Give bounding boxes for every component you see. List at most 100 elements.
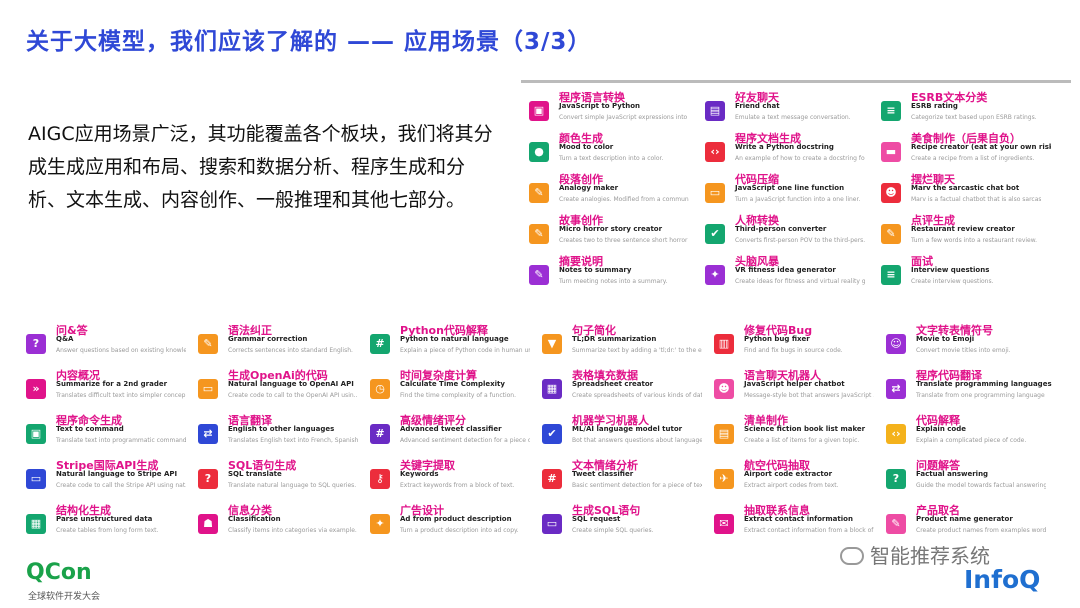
app-card[interactable]: ☗ 信息分类 Classification Classify items into c… — [198, 502, 364, 544]
app-card[interactable]: ✦ 广告设计 Ad from product description Turn a p… — [370, 502, 536, 544]
app-english-title: Mood to color — [559, 143, 614, 151]
app-card[interactable]: ✎ 产品取名 Product name generator Create produc… — [886, 502, 1052, 544]
emoji-icon: ☺ — [886, 334, 906, 354]
app-card[interactable]: ▣ 程序命令生成 Text to command Translate text int… — [26, 412, 192, 454]
app-card[interactable]: ⇄ 语言翻译 English to other languages Translate… — [198, 412, 364, 454]
app-card[interactable]: ≡ 面试 Interview questions Create interview q… — [881, 253, 1051, 295]
app-description: Turn a JavaScript function into a one li… — [735, 196, 861, 203]
tweet-icon: # — [542, 469, 562, 489]
list-icon: ▤ — [714, 424, 734, 444]
grammar-icon: ✎ — [198, 334, 218, 354]
app-english-title: Advanced tweet classifier — [400, 425, 502, 433]
app-english-title: Analogy maker — [559, 184, 619, 192]
app-card[interactable]: ? SQL语句生成 SQL translate Translate natural l… — [198, 457, 364, 499]
app-description: Guide the model towards factual answerin… — [916, 482, 1046, 489]
code-icon: ▣ — [529, 101, 549, 121]
app-card[interactable]: ▣ 程序语言转换 JavaScript to Python Convert simpl… — [529, 89, 699, 131]
ad-icon: ✦ — [370, 514, 390, 534]
app-english-title: Tweet classifier — [572, 470, 634, 478]
qcon-logo: QCon — [26, 560, 92, 585]
app-english-title: TL;DR summarization — [572, 335, 657, 343]
app-description: Create a recipe from a list of ingredien… — [911, 155, 1035, 162]
app-description: Marv is a factual chatbot that is also s… — [911, 196, 1041, 203]
app-description: Create code to call the Stripe API using… — [56, 482, 186, 489]
tutor-icon: ✔ — [542, 424, 562, 444]
app-card[interactable]: ✔ 人称转换 Third-person converter Converts firs… — [705, 212, 875, 254]
app-description: Create a list of items for a given topic… — [744, 437, 860, 444]
app-card[interactable]: ? 问题解答 Factual answering Guide the model to… — [886, 457, 1052, 499]
app-card[interactable]: ? 问&答 Q&A Answer questions based on existin… — [26, 322, 192, 364]
app-card[interactable]: ✎ 点评生成 Restaurant review creator Turn a few… — [881, 212, 1051, 254]
app-english-title: Q&A — [56, 335, 74, 343]
app-description: Translates English text into French, Spa… — [228, 437, 358, 444]
app-description: Translates difficult text into simpler c… — [56, 392, 186, 399]
app-card[interactable]: ☻ 语言聊天机器人 JavaScript helper chatbot Message… — [714, 367, 880, 409]
app-english-title: Micro horror story creator — [559, 225, 663, 233]
app-card[interactable]: ✎ 语法纠正 Grammar correction Corrects sentence… — [198, 322, 364, 364]
app-description: Convert simple JavaScript expressions in… — [559, 114, 689, 121]
app-card[interactable]: # 文本情绪分析 Tweet classifier Basic sentiment d… — [542, 457, 708, 499]
bot-icon: ☻ — [881, 183, 901, 203]
app-english-title: Classification — [228, 515, 281, 523]
app-card[interactable]: ▦ 结构化生成 Parse unstructured data Create tabl… — [26, 502, 192, 544]
app-description: Turn meeting notes into a summary. — [559, 278, 668, 285]
app-card[interactable]: ✔ 机器学习机器人 ML/AI language model tutor Bot th… — [542, 412, 708, 454]
app-card[interactable]: ☺ 文字转表情符号 Movie to Emoji Convert movie titl… — [886, 322, 1052, 364]
app-english-title: Python bug fixer — [744, 335, 810, 343]
app-card[interactable]: ▤ 好友聊天 Friend chat Emulate a text message c… — [705, 89, 875, 131]
app-card[interactable]: ⇄ 程序代码翻译 Translate programming languages Tr… — [886, 367, 1052, 409]
app-card[interactable]: ⚷ 关键字提取 Keywords Extract keywords from a bl… — [370, 457, 536, 499]
app-english-title: Interview questions — [911, 266, 990, 274]
app-card[interactable]: ▤ 清单制作 Science fiction book list maker Crea… — [714, 412, 880, 454]
app-card[interactable]: ✦ 头脑风暴 VR fitness idea generator Create ide… — [705, 253, 875, 295]
app-english-title: SQL request — [572, 515, 621, 523]
app-card[interactable]: ☻ 摆烂聊天 Marv the sarcastic chat bot Marv is … — [881, 171, 1051, 213]
app-english-title: SQL translate — [228, 470, 282, 478]
app-description: Emulate a text message conversation. — [735, 114, 851, 121]
product-icon: ✎ — [886, 514, 906, 534]
answer-icon: ? — [886, 469, 906, 489]
app-english-title: Grammar correction — [228, 335, 308, 343]
app-card[interactable]: ▦ 表格填充数据 Spreadsheet creator Create spreads… — [542, 367, 708, 409]
app-description: Extract keywords from a block of text. — [400, 482, 515, 489]
app-description: Converts first-person POV to the third-p… — [735, 237, 865, 244]
app-english-title: Calculate Time Complexity — [400, 380, 505, 388]
app-english-title: Movie to Emoji — [916, 335, 975, 343]
app-card[interactable]: ✎ 故事创作 Micro horror story creator Creates t… — [529, 212, 699, 254]
app-description: Create code to call to the OpenAI API us… — [228, 392, 358, 399]
stripe-icon: ▭ — [26, 469, 46, 489]
app-card[interactable]: ▭ Stripe国际API生成 Natural language to Stripe… — [26, 457, 192, 499]
interview-icon: ≡ — [881, 265, 901, 285]
app-description: An example of how to create a docstring … — [735, 155, 865, 162]
app-card[interactable]: » 内容概况 Summarize for a 2nd grader Translate… — [26, 367, 192, 409]
app-card[interactable]: ▬ 美食制作（后果自负） Recipe creator (eat at your o… — [881, 130, 1051, 172]
app-card[interactable]: # 高级情绪评分 Advanced tweet classifier Advanced… — [370, 412, 536, 454]
app-card[interactable]: ≡ ESRB文本分类 ESRB rating Categorize text base… — [881, 89, 1051, 131]
app-card[interactable]: ▥ 修复代码Bug Python bug fixer Find and fix bug… — [714, 322, 880, 364]
app-description: Basic sentiment detection for a piece of… — [572, 482, 702, 489]
app-card[interactable]: ● 颜色生成 Mood to color Turn a text descriptio… — [529, 130, 699, 172]
app-card[interactable]: ◷ 时间复杂度计算 Calculate Time Complexity Find th… — [370, 367, 536, 409]
app-card[interactable]: ▭ 生成SQL语句 SQL request Create simple SQL que… — [542, 502, 708, 544]
review-icon: ✎ — [881, 224, 901, 244]
app-card[interactable]: ‹› 代码解释 Explain code Explain a complicated … — [886, 412, 1052, 454]
app-english-title: ESRB rating — [911, 102, 958, 110]
palette-icon: ● — [529, 142, 549, 162]
parse-icon: ▦ — [26, 514, 46, 534]
translate-code-icon: ⇄ — [886, 379, 906, 399]
app-card[interactable]: ✎ 摘要说明 Notes to summary Turn meeting notes … — [529, 253, 699, 295]
app-card[interactable]: ‹› 程序文档生成 Write a Python docstring An examp… — [705, 130, 875, 172]
app-card[interactable]: ✎ 段落创作 Analogy maker Create analogies. Modi… — [529, 171, 699, 213]
app-card[interactable]: ▼ 句子简化 TL;DR summarization Summarize text b… — [542, 322, 708, 364]
app-card[interactable]: ▭ 代码压缩 JavaScript one line function Turn a … — [705, 171, 875, 213]
summary-icon: » — [26, 379, 46, 399]
app-card[interactable]: ✈ 航空代码抽取 Airport code extractor Extract air… — [714, 457, 880, 499]
compress-icon: ▭ — [705, 183, 725, 203]
app-card[interactable]: # Python代码解释 Python to natural language Exp… — [370, 322, 536, 364]
app-card[interactable]: ▭ 生成OpenAi的代码 Natural language to OpenAI A… — [198, 367, 364, 409]
app-description: Categorize text based upon ESRB ratings. — [911, 114, 1037, 121]
app-description: Turn a text description into a color. — [559, 155, 664, 162]
app-card[interactable]: ✉ 抽取联系信息 Extract contact information Extrac… — [714, 502, 880, 544]
table-icon: ▦ — [542, 379, 562, 399]
convert-icon: ✔ — [705, 224, 725, 244]
